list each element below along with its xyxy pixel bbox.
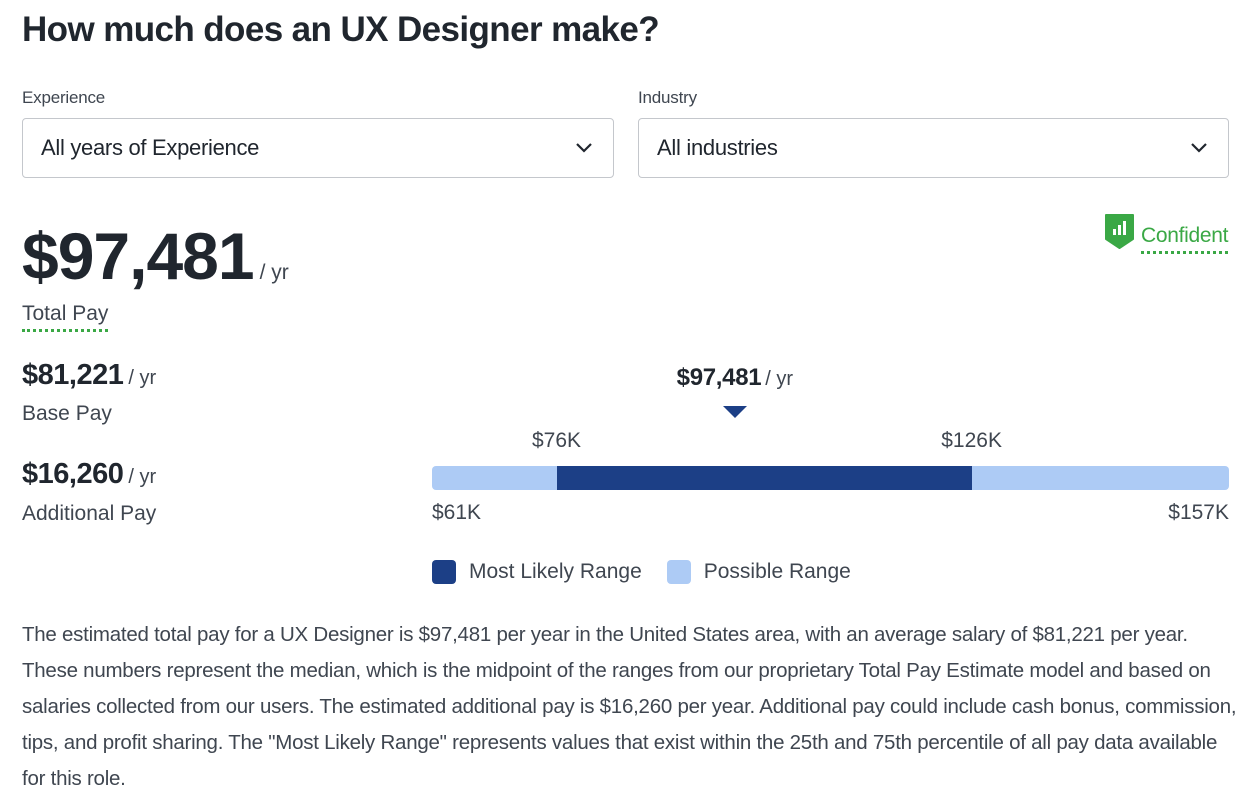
most-likely-range-bar [556,466,972,490]
legend-swatch-possible [666,560,691,584]
median-marker-label: $97,481 / yr [677,364,793,392]
legend-swatch-most-likely [432,560,456,584]
legend-label-possible: Possible Range [703,560,851,583]
pay-range-chart: $97,481 / yr $76K $126K $61K $157K [0,0,1257,600]
industry-select-value: All industries [657,135,778,160]
experience-select[interactable]: All years of Experience [22,118,614,178]
additional-pay-unit: / yr [128,466,157,488]
total-pay-value: $97,481 / yr [22,218,289,294]
median-marker-triangle-icon [722,406,747,418]
most-likely-high-label: $126K [941,429,1002,452]
base-pay-label: Base Pay [22,402,112,425]
pay-description: The estimated total pay for a UX Designe… [22,623,1237,790]
range-max-label: $157K [1168,501,1229,524]
additional-pay-amount: $16,260 [22,458,124,490]
chart-legend: Most Likely Range Possible Range [432,560,876,584]
experience-select-value: All years of Experience [41,135,260,160]
confidence-label: Confident [1141,215,1229,254]
total-pay-label[interactable]: Total Pay [22,301,109,332]
bar-chart-shield-icon [1104,213,1135,255]
most-likely-low-label: $76K [532,429,582,452]
base-pay-unit: / yr [128,367,157,389]
additional-pay-value: $16,260 / yr [22,458,156,491]
experience-label: Experience [22,88,106,107]
total-pay-amount: $97,481 [22,219,255,293]
total-pay-unit: / yr [259,261,289,284]
median-amount: $97,481 [676,364,762,391]
chevron-down-icon [1188,137,1210,159]
industry-label: Industry [638,88,697,107]
page-title: How much does an UX Designer make? [22,10,660,49]
base-pay-amount: $81,221 [22,359,124,391]
median-unit: / yr [765,368,794,390]
confidence-badge[interactable]: Confident [1104,213,1229,255]
base-pay-value: $81,221 / yr [22,359,156,392]
additional-pay-label: Additional Pay [22,502,157,525]
range-min-label: $61K [432,501,482,524]
legend-label-most-likely: Most Likely Range [469,560,642,583]
industry-select[interactable]: All industries [638,118,1229,178]
chevron-down-icon [573,137,595,159]
